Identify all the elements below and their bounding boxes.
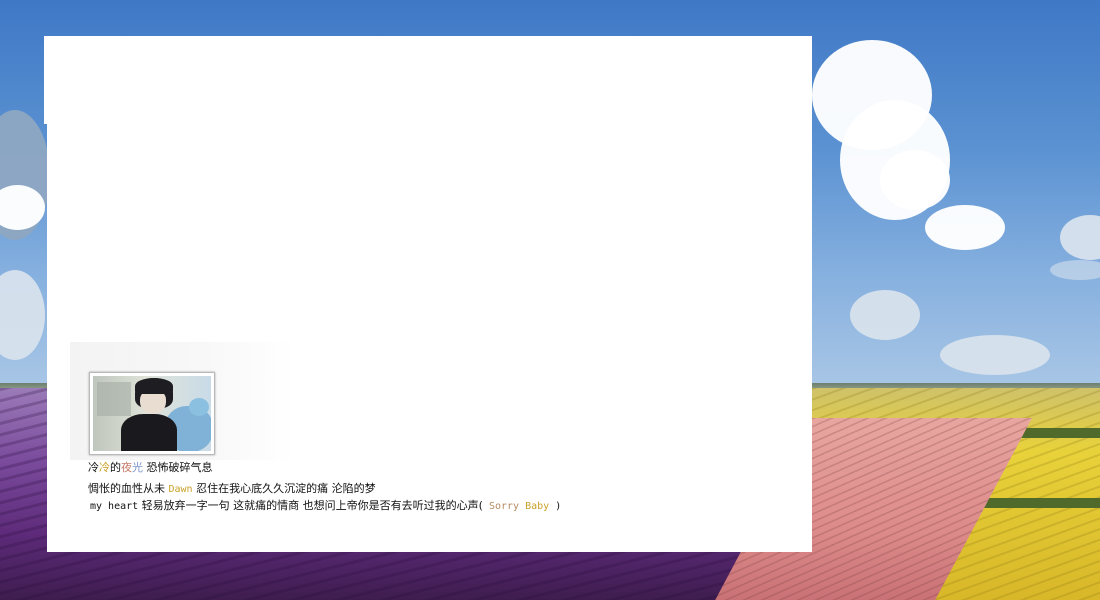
signature-char: 的 [110, 461, 121, 474]
signature-char: 光 [132, 461, 143, 474]
cloud [850, 290, 920, 340]
bio-text: ) [549, 501, 562, 512]
signature-char: 夜 [121, 461, 132, 474]
bio-highlight: Sorry [482, 501, 526, 512]
signature-line: 冷冷的夜光 恐怖破碎气息 [88, 461, 213, 475]
cloud [925, 205, 1005, 250]
signature-char: 冷 [88, 461, 99, 474]
bio-highlight: Dawn [168, 484, 193, 495]
bio-text: 忍住在我心底久久沉淀的痛 沦陷的梦 [192, 482, 376, 495]
cloud [940, 335, 1050, 375]
signature-char: 冷 [99, 461, 110, 474]
bio-text: 轻易放弃一字一句 这就痛的情商 也想问上帝你是否有去听过我的心声( [138, 499, 483, 512]
bio-line-1: 惆怅的血性从未 Dawn 忍住在我心底久久沉淀的痛 沦陷的梦 [88, 482, 376, 497]
bio-text: my heart [90, 501, 139, 512]
avatar[interactable] [89, 372, 215, 455]
bio-highlight: Baby [525, 501, 550, 512]
user-photo-icon [93, 376, 211, 451]
cloud [880, 150, 950, 210]
signature-char: 恐怖破碎气息 [143, 461, 213, 474]
bio-text: 惆怅的血性从未 [88, 482, 169, 495]
bio-line-2: my heart 轻易放弃一字一句 这就痛的情商 也想问上帝你是否有去听过我的心… [90, 499, 561, 514]
